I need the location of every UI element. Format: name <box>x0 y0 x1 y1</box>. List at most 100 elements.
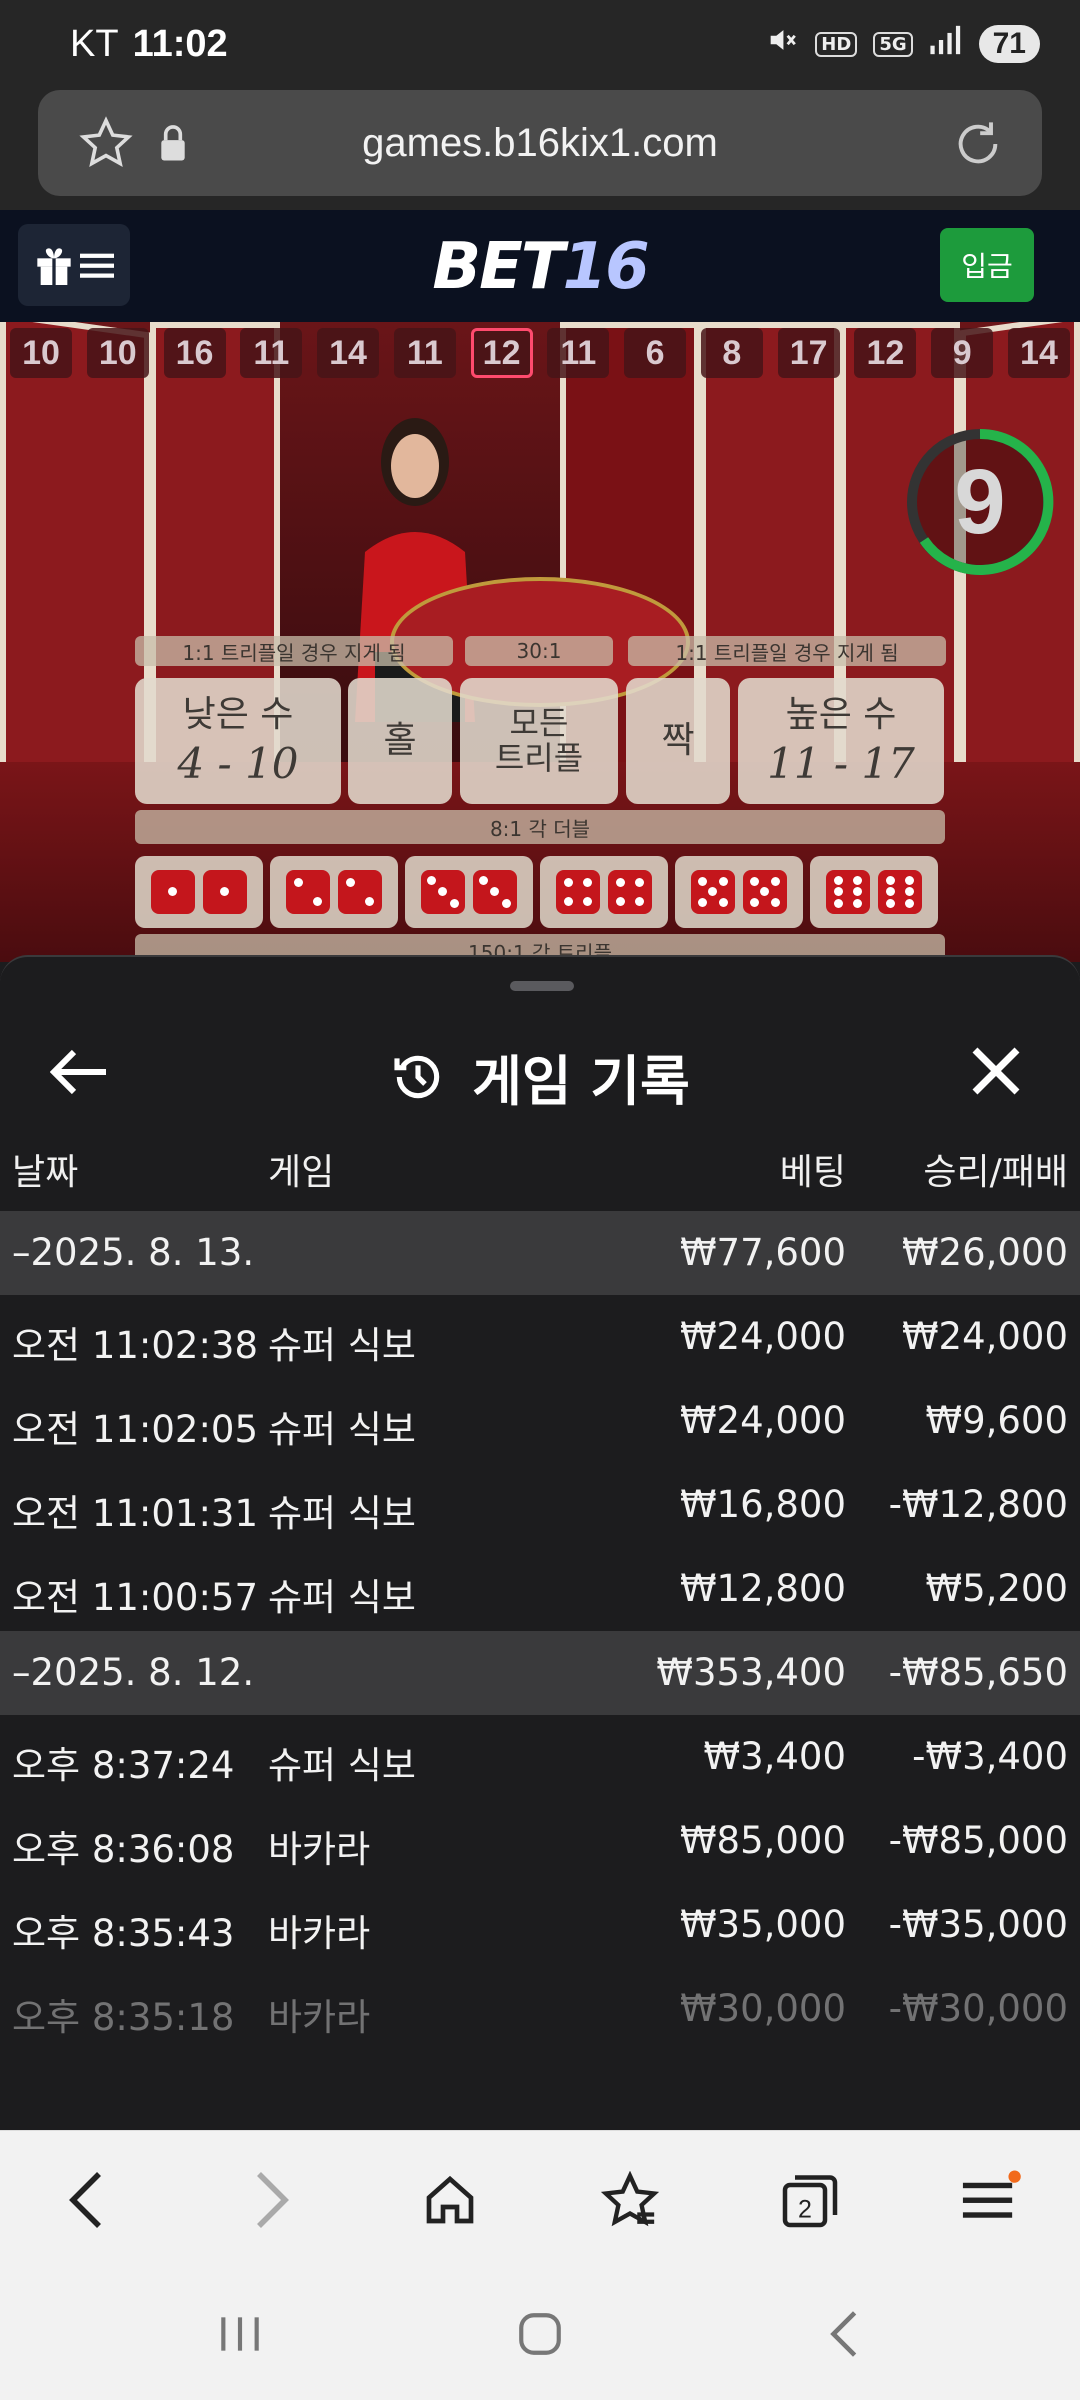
date-group-row[interactable]: –2025. 8. 13. ₩77,600 ₩26,000 <box>0 1211 1080 1295</box>
browser-forward-icon[interactable] <box>236 2165 306 2235</box>
row-bet: ₩24,000 <box>679 1315 846 1358</box>
site-header: BET16 입금 <box>0 210 1080 322</box>
bet-double-2-button[interactable] <box>270 856 398 928</box>
row-game: 슈퍼 식보 <box>268 1408 416 1451</box>
row-game: 바카라 <box>268 1996 371 2039</box>
row-bet: ₩16,800 <box>679 1483 846 1526</box>
row-bet: ₩3,400 <box>703 1735 846 1778</box>
decor-screen <box>0 322 150 793</box>
triple-lose-note-left: 1:1 트리플일 경우 지게 됨 <box>135 636 453 666</box>
row-bet: ₩30,000 <box>679 1987 846 2030</box>
bet-any-triple-label-1: 모든 <box>509 703 569 742</box>
group-result-total: ₩26,000 <box>901 1231 1068 1274</box>
recent-result: 10 <box>10 328 72 378</box>
timer-seconds: 9 <box>954 451 1006 553</box>
sheet-header: 게임 기록 <box>0 1017 1080 1127</box>
browser-toolbar: games.b16kix1.com <box>0 88 1080 210</box>
logo-text-16: 16 <box>562 230 650 304</box>
close-icon[interactable] <box>968 1043 1024 1099</box>
row-result: ₩24,000 <box>901 1315 1068 1358</box>
row-result: ₩9,600 <box>925 1399 1068 1442</box>
die-five-icon <box>691 870 735 914</box>
row-time: 오후 8:37:24 <box>12 1744 235 1787</box>
die-six-icon <box>826 870 870 914</box>
recent-result: 14 <box>317 328 380 378</box>
5g-icon: 5G <box>873 31 913 57</box>
row-result: ₩5,200 <box>925 1567 1068 1610</box>
row-time: 오후 8:35:18 <box>12 1996 235 2039</box>
recent-result: 12 <box>854 328 917 378</box>
die-two-icon <box>286 870 330 914</box>
game-history-sheet: 게임 기록 날짜 게임 베팅 승리/패배 –2025. 8. 13. ₩77,6… <box>0 955 1080 2130</box>
row-time: 오후 8:35:43 <box>12 1912 235 1955</box>
die-three-icon <box>473 870 517 914</box>
row-result: -₩12,800 <box>888 1483 1068 1526</box>
row-result: -₩30,000 <box>888 1987 1068 2030</box>
bet-small-label: 낮은 수 <box>182 694 294 736</box>
bet-double-6-button[interactable] <box>810 856 938 928</box>
bet-even-button[interactable]: 짝 <box>626 678 730 804</box>
recent-result: 11 <box>240 328 303 378</box>
row-time: 오후 8:36:08 <box>12 1828 235 1871</box>
site-logo[interactable]: BET16 <box>0 230 1080 304</box>
recent-result: 14 <box>1007 328 1070 378</box>
table-row[interactable]: 오후 8:35:43 바카라 ₩35,000 -₩35,000 <box>0 1883 1080 1967</box>
column-bet: 베팅 <box>779 1152 846 1193</box>
bet-double-4-button[interactable] <box>540 856 668 928</box>
bet-odd-button[interactable]: 홀 <box>348 678 452 804</box>
clock: 11:02 <box>132 22 228 65</box>
status-bar: KT 11:02 HD 5G 71 <box>0 0 1080 88</box>
bet-double-3-button[interactable] <box>405 856 533 928</box>
system-home-icon[interactable] <box>510 2304 570 2364</box>
row-bet: ₩24,000 <box>679 1399 846 1442</box>
history-icon <box>394 1055 440 1098</box>
recent-result: 11 <box>393 328 456 378</box>
table-row[interactable]: 오전 11:00:57 슈퍼 식보 ₩12,800 ₩5,200 <box>0 1547 1080 1631</box>
sheet-title: 게임 기록 <box>472 1050 690 1113</box>
row-result: -₩3,400 <box>912 1735 1068 1778</box>
recent-apps-icon[interactable] <box>210 2304 270 2364</box>
row-time: 오전 11:02:05 <box>12 1408 259 1451</box>
bet-odd-label: 홀 <box>383 720 417 762</box>
browser-bottom-bar: 2 <box>0 2130 1080 2262</box>
deposit-button[interactable]: 입금 <box>940 228 1034 302</box>
bet-big-button[interactable]: 높은 수 11 - 17 <box>738 678 944 804</box>
group-bet-total: ₩353,400 <box>656 1651 846 1694</box>
table-row[interactable]: 오후 8:37:24 슈퍼 식보 ₩3,400 -₩3,400 <box>0 1715 1080 1799</box>
bet-any-triple-button[interactable]: 모든 트리플 <box>460 678 618 804</box>
recent-result: 16 <box>163 328 226 378</box>
column-result: 승리/패배 <box>923 1152 1068 1193</box>
bet-double-5-button[interactable] <box>675 856 803 928</box>
row-game: 슈퍼 식보 <box>268 1492 416 1535</box>
table-row[interactable]: 오후 8:35:18 바카라 ₩30,000 -₩30,000 <box>0 1967 1080 2051</box>
history-table-body: –2025. 8. 13. ₩77,600 ₩26,000 오전 11:02:3… <box>0 1211 1080 2051</box>
double-payout-label: 8:1 각 더블 <box>135 810 945 844</box>
sheet-title-group: 게임 기록 <box>0 1037 1080 1116</box>
live-game-view: 10 10 16 11 14 11 12 11 6 8 17 12 9 14 9… <box>0 322 1080 962</box>
home-icon[interactable] <box>415 2165 485 2235</box>
any-triple-payout: 30:1 <box>465 636 613 666</box>
system-back-icon[interactable] <box>815 2304 875 2364</box>
row-time: 오전 11:01:31 <box>12 1492 259 1535</box>
tabs-icon[interactable]: 2 <box>775 2165 845 2235</box>
bet-timer: 9 <box>900 422 1060 582</box>
table-row[interactable]: 오전 11:02:05 슈퍼 식보 ₩24,000 ₩9,600 <box>0 1379 1080 1463</box>
die-four-icon <box>556 870 600 914</box>
bookmarks-icon[interactable] <box>595 2165 665 2235</box>
table-row[interactable]: 오전 11:01:31 슈퍼 식보 ₩16,800 -₩12,800 <box>0 1463 1080 1547</box>
row-result: -₩85,000 <box>888 1819 1068 1862</box>
system-navigation-bar <box>0 2262 1080 2400</box>
reload-icon[interactable] <box>952 118 1004 174</box>
bet-small-button[interactable]: 낮은 수 4 - 10 <box>135 678 341 804</box>
tabs-count: 2 <box>798 2196 812 2224</box>
browser-menu-icon[interactable] <box>955 2165 1025 2235</box>
bet-big-range: 11 - 17 <box>767 738 915 788</box>
browser-back-icon[interactable] <box>52 2165 122 2235</box>
group-date: –2025. 8. 13. <box>12 1231 255 1274</box>
table-row[interactable]: 오전 11:02:38 슈퍼 식보 ₩24,000 ₩24,000 <box>0 1295 1080 1379</box>
date-group-row[interactable]: –2025. 8. 12. ₩353,400 -₩85,650 <box>0 1631 1080 1715</box>
table-row[interactable]: 오후 8:36:08 바카라 ₩85,000 -₩85,000 <box>0 1799 1080 1883</box>
address-bar[interactable]: games.b16kix1.com <box>38 90 1042 196</box>
sheet-drag-handle[interactable] <box>510 981 574 991</box>
bet-double-1-button[interactable] <box>135 856 263 928</box>
